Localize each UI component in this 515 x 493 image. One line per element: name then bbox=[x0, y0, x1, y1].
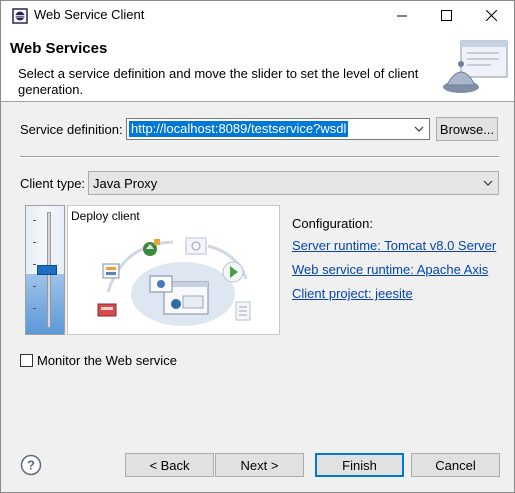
next-button[interactable]: Next > bbox=[215, 453, 304, 477]
chevron-down-icon[interactable] bbox=[412, 122, 426, 136]
monitor-web-service-checkbox[interactable] bbox=[20, 354, 33, 367]
web-service-runtime-link[interactable]: Web service runtime: Apache Axis bbox=[292, 262, 488, 277]
slider-level-fill bbox=[26, 274, 64, 334]
wizard-header: Web Services Select a service definition… bbox=[1, 31, 514, 102]
client-type-value: Java Proxy bbox=[93, 176, 158, 191]
slider-tick bbox=[33, 264, 36, 265]
close-icon bbox=[485, 9, 498, 24]
window-title: Web Service Client bbox=[34, 7, 145, 22]
cancel-button[interactable]: Cancel bbox=[411, 453, 500, 477]
service-definition-label: Service definition: bbox=[20, 122, 123, 137]
deploy-level-panel: Deploy client bbox=[67, 205, 280, 335]
finish-button[interactable]: Finish bbox=[315, 453, 404, 477]
title-bar[interactable]: Web Service Client bbox=[1, 1, 514, 31]
browse-button[interactable]: Browse... bbox=[436, 117, 498, 141]
slider-tick bbox=[33, 286, 36, 287]
client-generation-slider[interactable] bbox=[25, 205, 65, 335]
maximize-icon bbox=[441, 9, 452, 24]
client-project-link[interactable]: Client project: jeesite bbox=[292, 286, 413, 301]
slider-thumb[interactable] bbox=[37, 265, 57, 275]
web-service-client-dialog: Web Service Client Web Services Select a… bbox=[0, 0, 515, 493]
page-title: Web Services bbox=[10, 40, 108, 57]
client-type-label: Client type: bbox=[20, 176, 86, 191]
page-description: Select a service definition and move the… bbox=[18, 66, 419, 97]
service-definition-value[interactable]: http://localhost:8089/testservice?wsdl bbox=[129, 121, 349, 137]
slider-tick bbox=[33, 220, 36, 221]
eclipse-app-icon bbox=[12, 8, 28, 24]
minimize-icon bbox=[396, 9, 407, 24]
help-icon[interactable]: ? bbox=[20, 454, 42, 476]
back-button[interactable]: < Back bbox=[125, 453, 214, 477]
svg-text:?: ? bbox=[27, 458, 35, 473]
slider-tick bbox=[33, 242, 36, 243]
client-type-select[interactable]: Java Proxy bbox=[88, 171, 499, 195]
minimize-button[interactable] bbox=[379, 1, 424, 31]
server-runtime-link[interactable]: Server runtime: Tomcat v8.0 Server bbox=[292, 238, 496, 253]
deploy-level-label: Deploy client bbox=[71, 209, 140, 223]
deploy-cycle-diagram-icon bbox=[68, 224, 279, 334]
configuration-label: Configuration: bbox=[292, 216, 373, 231]
maximize-button[interactable] bbox=[424, 1, 469, 31]
service-definition-combo[interactable]: http://localhost:8089/testservice?wsdl bbox=[126, 118, 430, 140]
slider-tick bbox=[33, 308, 36, 309]
web-service-bell-icon bbox=[441, 37, 509, 97]
separator bbox=[20, 156, 499, 158]
monitor-web-service-label[interactable]: Monitor the Web service bbox=[37, 353, 177, 368]
chevron-down-icon bbox=[481, 176, 495, 190]
close-button[interactable] bbox=[469, 1, 514, 31]
